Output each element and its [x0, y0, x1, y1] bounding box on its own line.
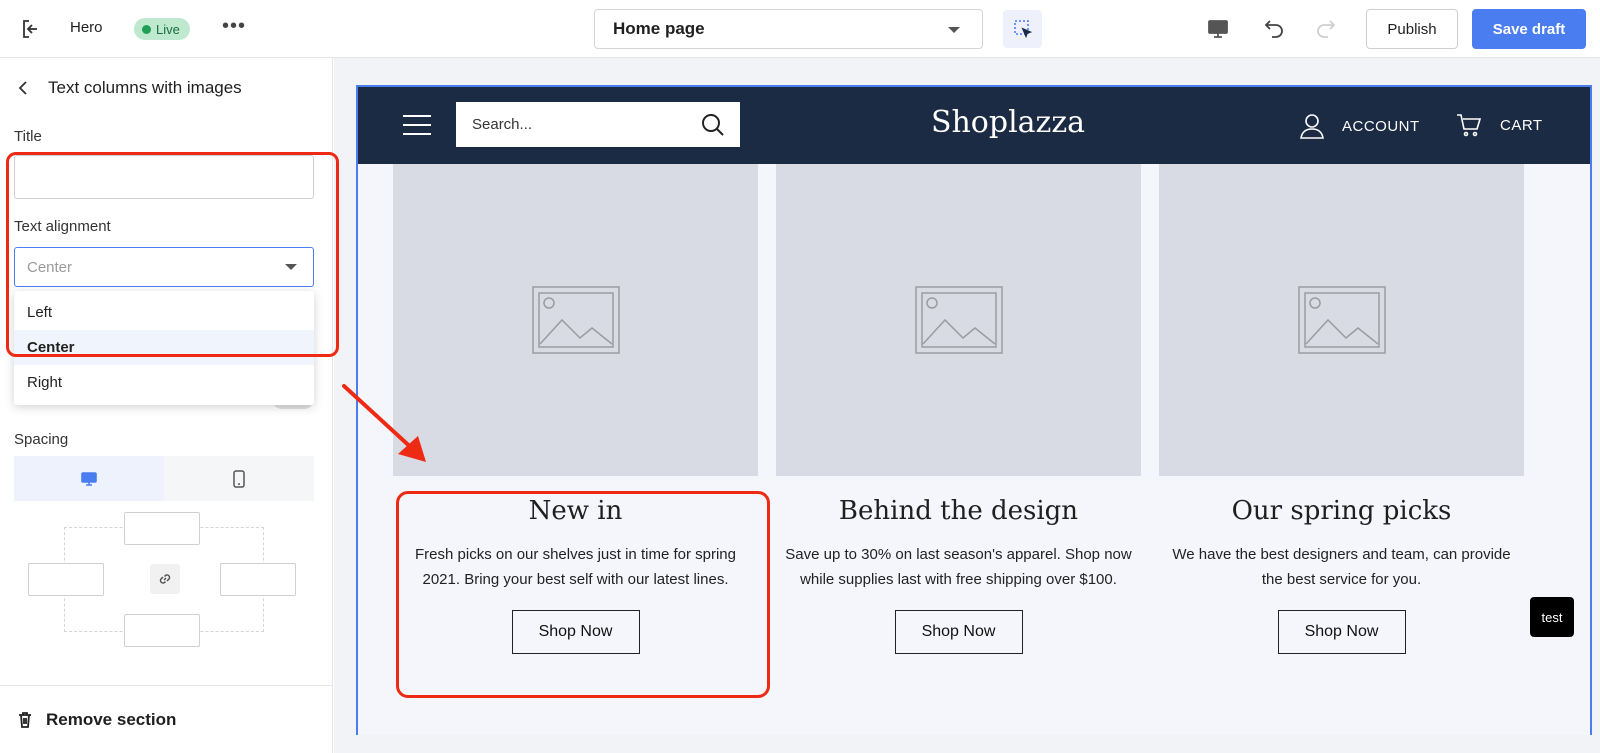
- store-logo[interactable]: Shoplazza: [913, 105, 1103, 140]
- settings-panel: Text columns with images Title Text alig…: [0, 58, 333, 753]
- spacing-bottom-input[interactable]: [124, 614, 200, 647]
- remove-section-label: Remove section: [46, 709, 177, 729]
- shop-now-button[interactable]: Shop Now: [511, 610, 640, 654]
- title-input[interactable]: [14, 155, 314, 199]
- desktop-icon: [81, 471, 97, 486]
- spacing-left-input[interactable]: [28, 563, 104, 596]
- spacing-mobile-tab[interactable]: [164, 456, 314, 501]
- publish-button[interactable]: Publish: [1366, 9, 1458, 49]
- image-placeholder[interactable]: [393, 164, 758, 476]
- live-label: Live: [156, 21, 180, 37]
- mobile-icon: [233, 469, 245, 488]
- image-placeholder[interactable]: [1159, 164, 1524, 476]
- store-search-placeholder: Search...: [472, 116, 533, 133]
- test-badge[interactable]: test: [1530, 597, 1574, 637]
- image-placeholder[interactable]: [776, 164, 1141, 476]
- link-icon: [159, 574, 171, 584]
- image-placeholder-icon: [531, 286, 620, 354]
- shop-now-button[interactable]: Shop Now: [894, 610, 1023, 654]
- text-column-3: Our spring picks We have the best design…: [1159, 164, 1524, 654]
- spacing-link-button[interactable]: [150, 564, 180, 594]
- panel-header: Text columns with images: [14, 78, 242, 98]
- page-select[interactable]: Home page: [594, 9, 983, 49]
- search-icon[interactable]: [700, 112, 726, 138]
- alignment-option-right[interactable]: Right: [14, 365, 314, 400]
- hamburger-menu-icon[interactable]: [403, 115, 431, 135]
- column-heading: New in: [528, 496, 623, 526]
- column-text: Save up to 30% on last season's apparel.…: [785, 546, 1132, 588]
- remove-section-button[interactable]: Remove section: [0, 685, 333, 753]
- top-bar: Hero Live ••• Home page Publish Save dra…: [0, 0, 1600, 58]
- inspect-select-button[interactable]: [1003, 10, 1042, 48]
- alignment-option-center[interactable]: Center: [14, 330, 314, 365]
- spacing-device-tabs: [14, 456, 314, 501]
- back-arrow-icon[interactable]: [14, 79, 32, 97]
- text-column-1: New in Fresh picks on our shelves just i…: [393, 164, 758, 654]
- column-text: We have the best designers and team, can…: [1172, 546, 1511, 588]
- spacing-right-input[interactable]: [220, 563, 296, 596]
- live-badge: Live: [134, 18, 190, 40]
- cart-link[interactable]: CART: [1456, 112, 1543, 138]
- select-cursor-icon: [1013, 20, 1032, 39]
- page-select-value: Home page: [613, 19, 705, 38]
- trash-icon: [19, 711, 31, 728]
- text-column-2: Behind the design Save up to 30% on last…: [776, 164, 1141, 654]
- desktop-view-icon[interactable]: [1204, 15, 1232, 43]
- account-link[interactable]: ACCOUNT: [1298, 112, 1420, 140]
- chevron-down-icon: [285, 264, 297, 270]
- panel-title: Text columns with images: [48, 78, 242, 97]
- text-alignment-label: Text alignment: [14, 218, 111, 235]
- column-heading: Behind the design: [838, 496, 1079, 526]
- cart-label: CART: [1500, 116, 1543, 134]
- spacing-top-input[interactable]: [124, 512, 200, 545]
- shop-now-button[interactable]: Shop Now: [1277, 610, 1406, 654]
- image-placeholder-icon: [914, 286, 1003, 354]
- column-heading: Our spring picks: [1231, 496, 1452, 526]
- live-dot-icon: [142, 24, 151, 34]
- alignment-option-left[interactable]: Left: [14, 295, 314, 330]
- text-alignment-value: Center: [27, 258, 73, 276]
- more-options-icon[interactable]: •••: [222, 15, 246, 38]
- cart-icon: [1457, 114, 1482, 137]
- store-header: Search... Shoplazza ACCOUNT CART: [358, 87, 1590, 164]
- spacing-label: Spacing: [14, 431, 69, 448]
- exit-icon[interactable]: [20, 18, 42, 40]
- image-placeholder-icon: [1297, 286, 1386, 354]
- chevron-down-icon: [948, 27, 960, 33]
- undo-icon[interactable]: [1259, 15, 1287, 43]
- column-text: Fresh picks on our shelves just in time …: [415, 546, 736, 588]
- section-title: Hero: [70, 19, 103, 36]
- user-icon: [1300, 114, 1324, 139]
- store-preview-frame: Search... Shoplazza ACCOUNT CART New in …: [356, 85, 1592, 735]
- store-search-input[interactable]: Search...: [456, 102, 740, 147]
- redo-icon[interactable]: [1313, 15, 1341, 43]
- text-alignment-select[interactable]: Center: [14, 247, 314, 287]
- account-label: ACCOUNT: [1342, 117, 1420, 135]
- spacing-desktop-tab[interactable]: [14, 456, 164, 501]
- save-draft-button[interactable]: Save draft: [1472, 9, 1586, 49]
- alignment-dropdown: Left Center Right: [14, 291, 314, 405]
- title-label: Title: [14, 128, 42, 145]
